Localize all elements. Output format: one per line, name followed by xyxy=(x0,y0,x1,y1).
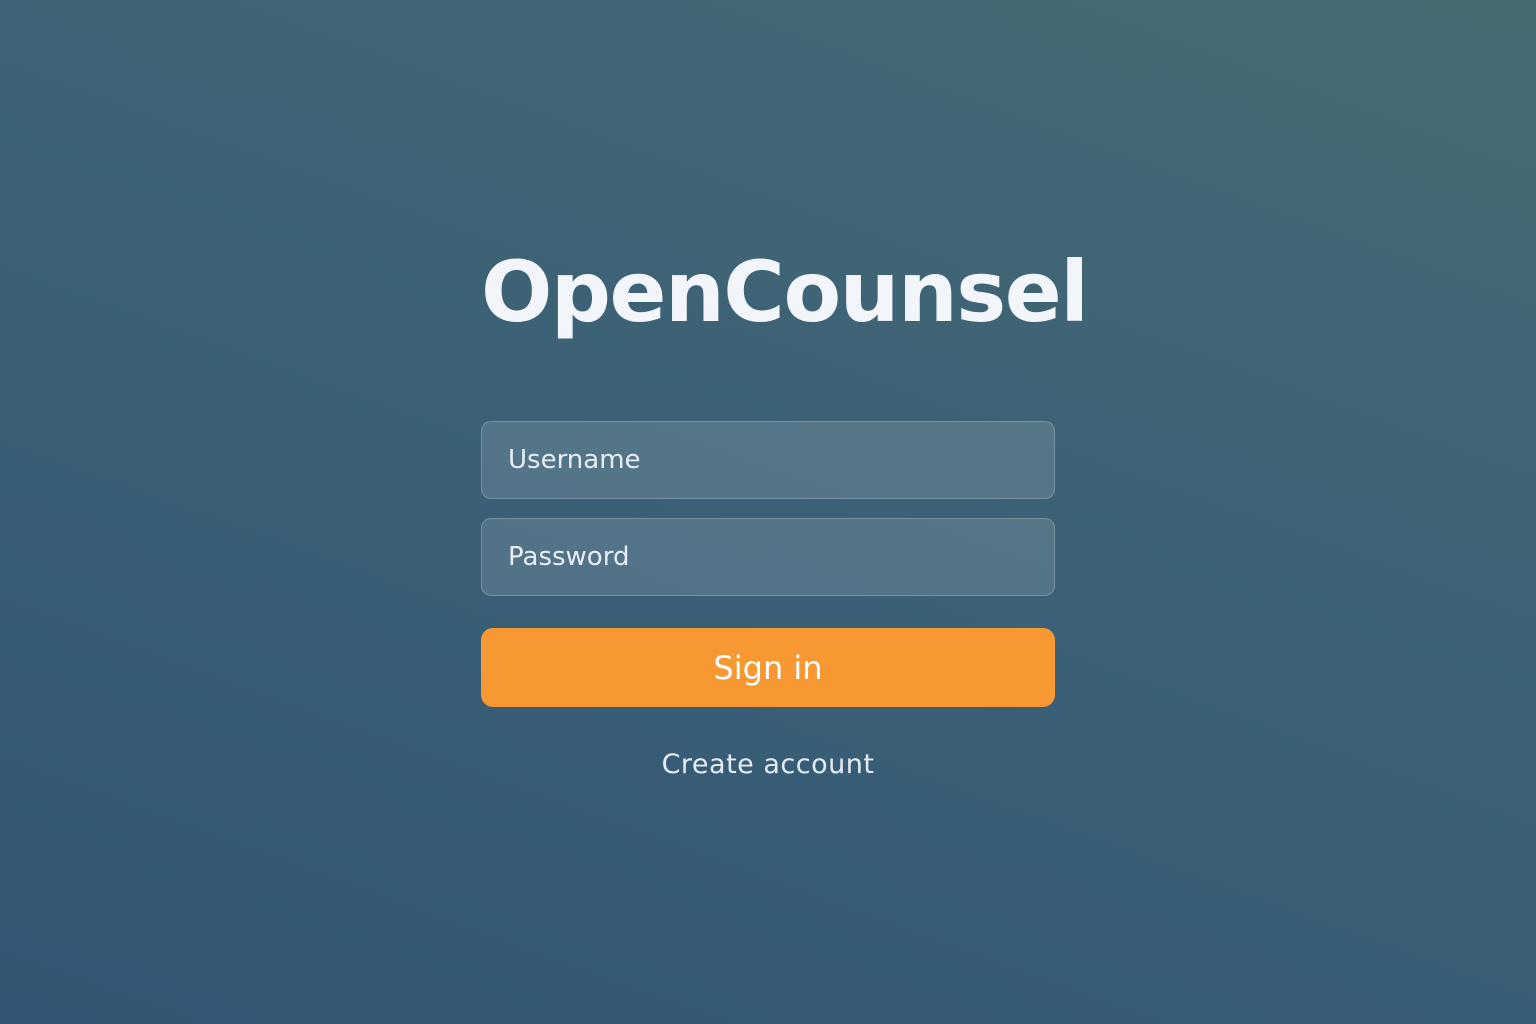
app-title: OpenCounsel xyxy=(481,243,1089,341)
create-account-link[interactable]: Create account xyxy=(481,749,1055,780)
sign-in-button[interactable]: Sign in xyxy=(481,628,1055,707)
password-input[interactable] xyxy=(481,518,1055,596)
login-panel: OpenCounsel Sign in Create account xyxy=(481,240,1089,780)
username-input[interactable] xyxy=(481,421,1055,499)
